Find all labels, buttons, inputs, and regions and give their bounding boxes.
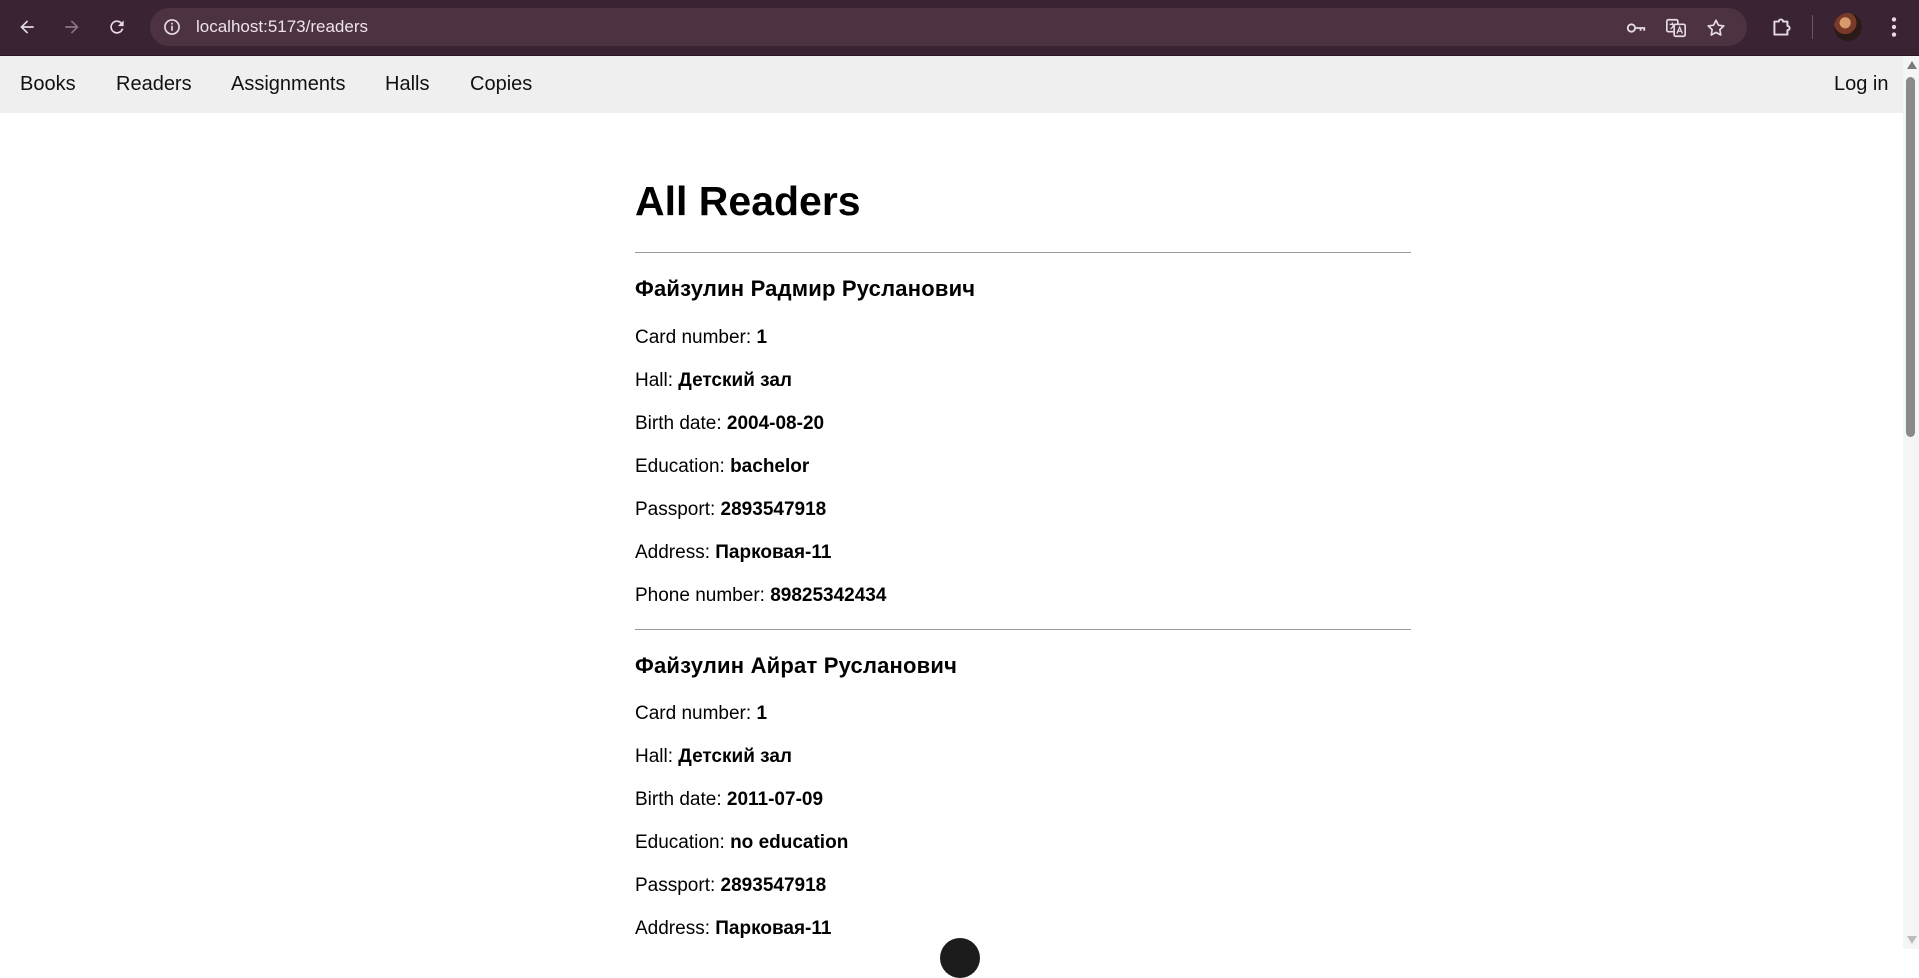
toolbar-divider (1812, 15, 1813, 39)
reader-address: Address: Парковая-11 (635, 542, 832, 563)
nav-link-assignments[interactable]: Assignments (231, 56, 346, 113)
floating-action-button[interactable] (940, 938, 980, 978)
divider (635, 629, 1411, 630)
reader-name: Файзулин Радмир Русланович (635, 276, 976, 301)
page-title: All Readers (635, 178, 861, 224)
key-icon[interactable] (1625, 17, 1647, 39)
reader-card-number: Card number: 1 (635, 327, 768, 348)
reader-birth-date: Birth date: 2011-07-09 (635, 789, 824, 810)
browser-toolbar: localhost:5173/readers (0, 0, 1919, 56)
reader-education: Education: bachelor (635, 456, 810, 477)
reader-phone: Phone number: 89825342434 (635, 585, 887, 606)
arrow-right-icon (65, 20, 79, 34)
site-info-icon[interactable] (162, 17, 182, 37)
nav-link-copies[interactable]: Copies (470, 56, 532, 113)
scroll-down-arrow[interactable] (1907, 936, 1917, 944)
forward-button[interactable] (55, 10, 89, 44)
page-scrollbar[interactable] (1903, 56, 1919, 949)
reader-name: Файзулин Айрат Русланович (635, 653, 958, 678)
reload-icon (110, 20, 124, 34)
nav-link-halls[interactable]: Halls (385, 56, 429, 113)
nav-link-books[interactable]: Books (20, 56, 76, 113)
back-button[interactable] (10, 10, 44, 44)
reader-address: Address: Парковая-11 (635, 918, 832, 939)
reader-passport: Passport: 2893547918 (635, 499, 827, 520)
arrow-left-icon (20, 20, 34, 34)
extensions-icon[interactable] (1769, 14, 1795, 40)
address-bar[interactable]: localhost:5173/readers (150, 8, 1747, 46)
reader-passport: Passport: 2893547918 (635, 875, 827, 896)
profile-avatar[interactable] (1834, 13, 1862, 41)
reload-button[interactable] (100, 10, 134, 44)
reader-birth-date: Birth date: 2004-08-20 (635, 413, 825, 434)
reader-education: Education: no education (635, 832, 849, 853)
divider (635, 252, 1411, 253)
scroll-thumb[interactable] (1906, 77, 1915, 437)
reader-hall: Hall: Детский зал (635, 370, 792, 391)
login-link[interactable]: Log in (1834, 56, 1889, 113)
translate-icon[interactable] (1665, 17, 1687, 39)
nav-link-readers[interactable]: Readers (116, 56, 192, 113)
bookmark-star-icon[interactable] (1705, 17, 1727, 39)
reader-hall: Hall: Детский зал (635, 746, 792, 767)
main-navbar: Books Readers Assignments Halls Copies L… (0, 56, 1903, 113)
url-text[interactable]: localhost:5173/readers (196, 8, 368, 46)
scroll-up-arrow[interactable] (1907, 61, 1917, 69)
more-menu-icon[interactable] (1881, 14, 1907, 40)
reader-card-number: Card number: 1 (635, 703, 768, 724)
